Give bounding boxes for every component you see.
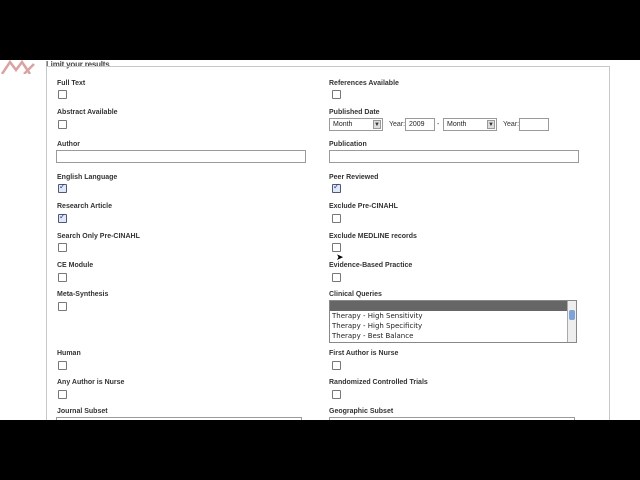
peer-reviewed-label: Peer Reviewed [329, 174, 379, 181]
published-date-label: Published Date [329, 109, 380, 116]
publication-input[interactable] [329, 150, 579, 163]
from-year-label: Year: [389, 121, 406, 128]
journal-subset-listbox[interactable] [56, 417, 302, 420]
research-article-checkbox[interactable] [58, 212, 67, 223]
to-year-label: Year: [503, 121, 520, 128]
exclude-pre-cinahl-checkbox[interactable] [332, 214, 341, 223]
list-item[interactable]: Therapy - High Specificity [330, 321, 576, 331]
meta-synthesis-checkbox[interactable] [58, 302, 67, 311]
journal-subset-label: Journal Subset [57, 408, 108, 415]
published-to-year-input[interactable] [519, 118, 549, 131]
published-from-month-select[interactable]: Month ▼ [329, 118, 383, 131]
list-item[interactable]: Therapy - High Sensitivity [330, 311, 576, 321]
human-checkbox[interactable] [58, 361, 67, 370]
search-pre-cinahl-checkbox[interactable] [58, 243, 67, 252]
to-month-value: Month [447, 121, 467, 128]
limit-results-screen: Limit your results Full Text Abstract Av… [0, 60, 640, 420]
chevron-down-icon: ▼ [373, 120, 381, 129]
english-language-label: English Language [57, 174, 118, 181]
list-item[interactable] [330, 301, 576, 311]
abstract-available-label: Abstract Available [57, 109, 118, 116]
ce-module-checkbox[interactable] [58, 273, 67, 282]
full-text-label: Full Text [57, 80, 86, 87]
first-author-nurse-checkbox[interactable] [332, 361, 341, 370]
geographic-subset-label: Geographic Subset [329, 408, 394, 415]
mouse-cursor-icon: ➤ [336, 252, 344, 262]
randomized-controlled-trials-checkbox[interactable] [332, 390, 341, 399]
any-author-nurse-checkbox[interactable] [58, 390, 67, 399]
brand-logo-icon [0, 60, 35, 74]
references-available-label: References Available [329, 80, 399, 87]
first-author-nurse-label: First Author is Nurse [329, 350, 399, 357]
chevron-down-icon: ▼ [487, 120, 495, 129]
exclude-medline-checkbox[interactable] [332, 243, 341, 252]
list-item[interactable]: Therapy - Best Balance [330, 331, 576, 341]
meta-synthesis-label: Meta-Synthesis [57, 291, 109, 298]
english-language-checkbox[interactable] [58, 182, 67, 193]
scrollbar-thumb[interactable] [569, 310, 575, 320]
published-from-year-input[interactable]: 2009 [405, 118, 435, 131]
references-available-checkbox[interactable] [332, 90, 341, 99]
research-article-label: Research Article [57, 203, 112, 210]
published-to-month-select[interactable]: Month ▼ [443, 118, 497, 131]
search-pre-cinahl-label: Search Only Pre-CINAHL [57, 233, 140, 240]
evidence-based-practice-label: Evidence-Based Practice [329, 262, 413, 269]
clinical-queries-label: Clinical Queries [329, 291, 382, 298]
author-input[interactable] [56, 150, 306, 163]
exclude-pre-cinahl-label: Exclude Pre-CINAHL [329, 203, 398, 210]
exclude-medline-label: Exclude MEDLINE records [329, 233, 417, 240]
publication-label: Publication [329, 141, 367, 148]
clinical-queries-listbox[interactable]: Therapy - High Sensitivity Therapy - Hig… [329, 300, 577, 343]
date-range-dash: - [437, 121, 440, 128]
randomized-controlled-trials-label: Randomized Controlled Trials [329, 379, 428, 386]
from-month-value: Month [333, 121, 353, 128]
listbox-scrollbar[interactable] [567, 301, 576, 342]
author-label: Author [57, 141, 80, 148]
full-text-checkbox[interactable] [58, 90, 67, 99]
evidence-based-practice-checkbox[interactable] [332, 273, 341, 282]
peer-reviewed-checkbox[interactable] [332, 182, 341, 193]
human-label: Human [57, 350, 81, 357]
ce-module-label: CE Module [57, 262, 94, 269]
abstract-available-checkbox[interactable] [58, 120, 67, 129]
geographic-subset-listbox[interactable] [329, 417, 575, 420]
any-author-nurse-label: Any Author is Nurse [57, 379, 125, 386]
